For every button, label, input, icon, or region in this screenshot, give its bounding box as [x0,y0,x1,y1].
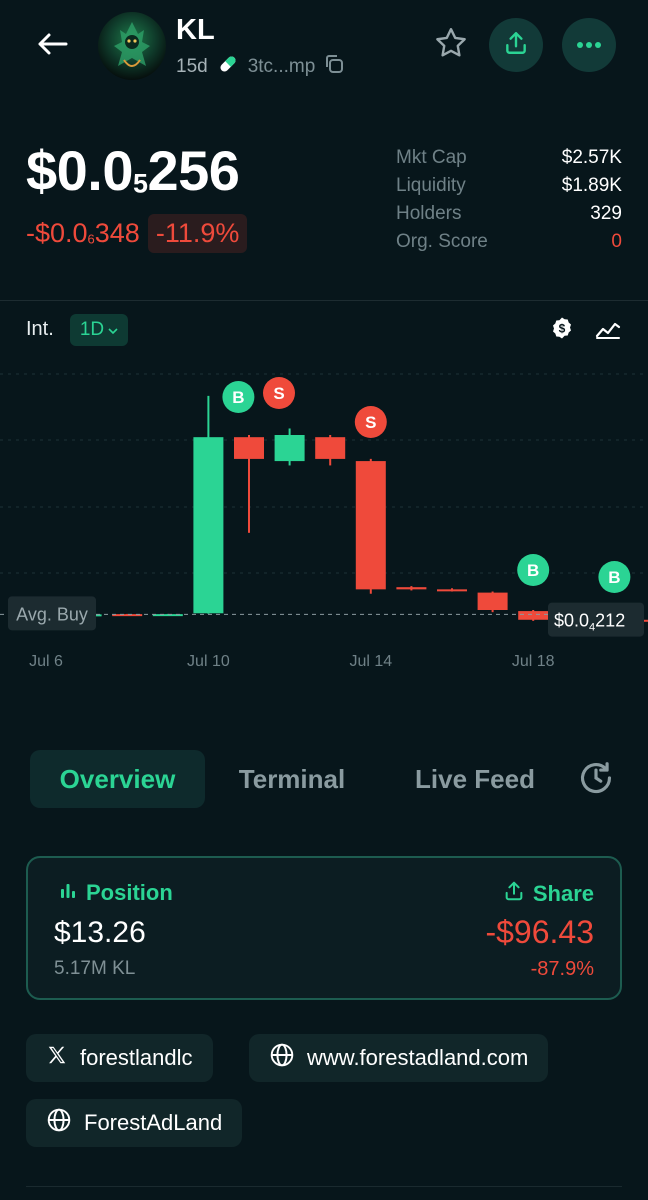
svg-text:$: $ [559,321,566,335]
chart-candle [355,458,386,594]
share-button[interactable] [489,18,543,72]
position-value: $13.26 [54,916,146,949]
token-address: 3tc...mp [247,56,316,77]
token-age: 15d [176,56,208,77]
copy-icon[interactable] [323,53,345,81]
svg-text:B: B [608,568,620,587]
upload-icon [503,30,529,61]
chart-candle [234,435,264,533]
chart-candle [274,428,305,466]
token-stats: Mkt Cap $2.57K Liquidity $1.89K Holders 329… [396,144,622,256]
svg-text:S: S [365,413,376,432]
line-chart-icon [595,316,621,345]
x-tick-label: Jul 10 [187,653,230,670]
chart-candle [437,588,467,592]
favorite-button[interactable] [426,20,476,70]
buy-marker: B [598,561,631,593]
sell-marker: S [354,406,387,438]
avg-buy-label: Avg. Buy [16,604,88,624]
globe-icon [46,1107,72,1139]
pill-icon [216,52,240,82]
stat-holders: Holders 329 [396,203,622,224]
position-label: Position [58,880,173,906]
back-button[interactable] [28,24,76,68]
token-meta: 15d 3tc...mp [176,52,345,82]
svg-text:B: B [232,388,244,407]
link-community[interactable]: ForestAdLand [26,1099,243,1147]
buy-marker: B [222,381,255,413]
link-twitter[interactable]: forestlandlc [26,1034,213,1082]
token-symbol: KL [176,14,215,46]
bar-chart-icon [58,880,78,906]
dollar-badge-icon: $ [550,316,574,345]
x-tick-label: Jul 18 [512,653,555,670]
arrow-left-icon [36,32,68,61]
token-avatar [98,12,166,80]
more-icon [576,36,602,54]
history-icon [577,759,615,802]
chevron-down-icon [108,319,118,341]
x-tick-label: Jul 6 [29,653,63,670]
price-change-row: -$0.06348 -11.9% [26,214,248,253]
interval-label: Int. [26,318,54,340]
chart-candle [315,435,346,466]
price-change-value: -$0.06348 [26,218,140,248]
chart-candle [518,610,549,621]
position-amount: 5.17M KL [54,958,136,979]
x-logo-icon [46,1044,68,1072]
position-pnl-percent: -87.9% [530,958,594,980]
x-tick-label: Jul 14 [349,653,392,670]
tab-live-feed[interactable]: Live Feed [390,750,560,808]
more-button[interactable] [562,18,616,72]
star-icon [433,25,469,66]
tab-terminal[interactable]: Terminal [212,750,372,808]
current-price: $0.05256 [26,139,240,202]
divider [0,300,648,301]
tab-overview[interactable]: Overview [30,750,205,808]
position-share-button[interactable]: Share [503,880,594,908]
sell-marker: S [263,377,295,409]
price-chart[interactable]: B SSB B Avg. Buy $0.04212 Jul 6 Jul 10 Jul 14… [0,360,648,680]
globe-icon [269,1042,295,1074]
stat-mkt-cap: Mkt Cap $2.57K [396,147,622,168]
chart-candle [477,591,508,613]
position-card: Position Share $13.26 5.17M KL -$96.43 -… [26,856,622,1000]
price-change-percent: -11.9% [147,214,248,253]
buy-marker: B [517,554,550,586]
interval-select[interactable]: 1D [70,314,128,346]
chart-candle [193,395,224,614]
price-toggle-button[interactable]: $ [548,316,576,344]
position-pnl: -$96.43 [485,914,594,950]
stat-org-score: Org. Score 0 [396,231,622,252]
chart-candle [396,586,427,591]
history-button[interactable] [574,758,618,802]
stat-liquidity: Liquidity $1.89K [396,175,622,196]
svg-text:S: S [273,384,284,403]
svg-text:B: B [527,561,539,580]
link-website[interactable]: www.forestadland.com [249,1034,549,1082]
chart-type-button[interactable] [594,316,622,344]
upload-icon [503,880,525,908]
divider [26,1186,622,1187]
